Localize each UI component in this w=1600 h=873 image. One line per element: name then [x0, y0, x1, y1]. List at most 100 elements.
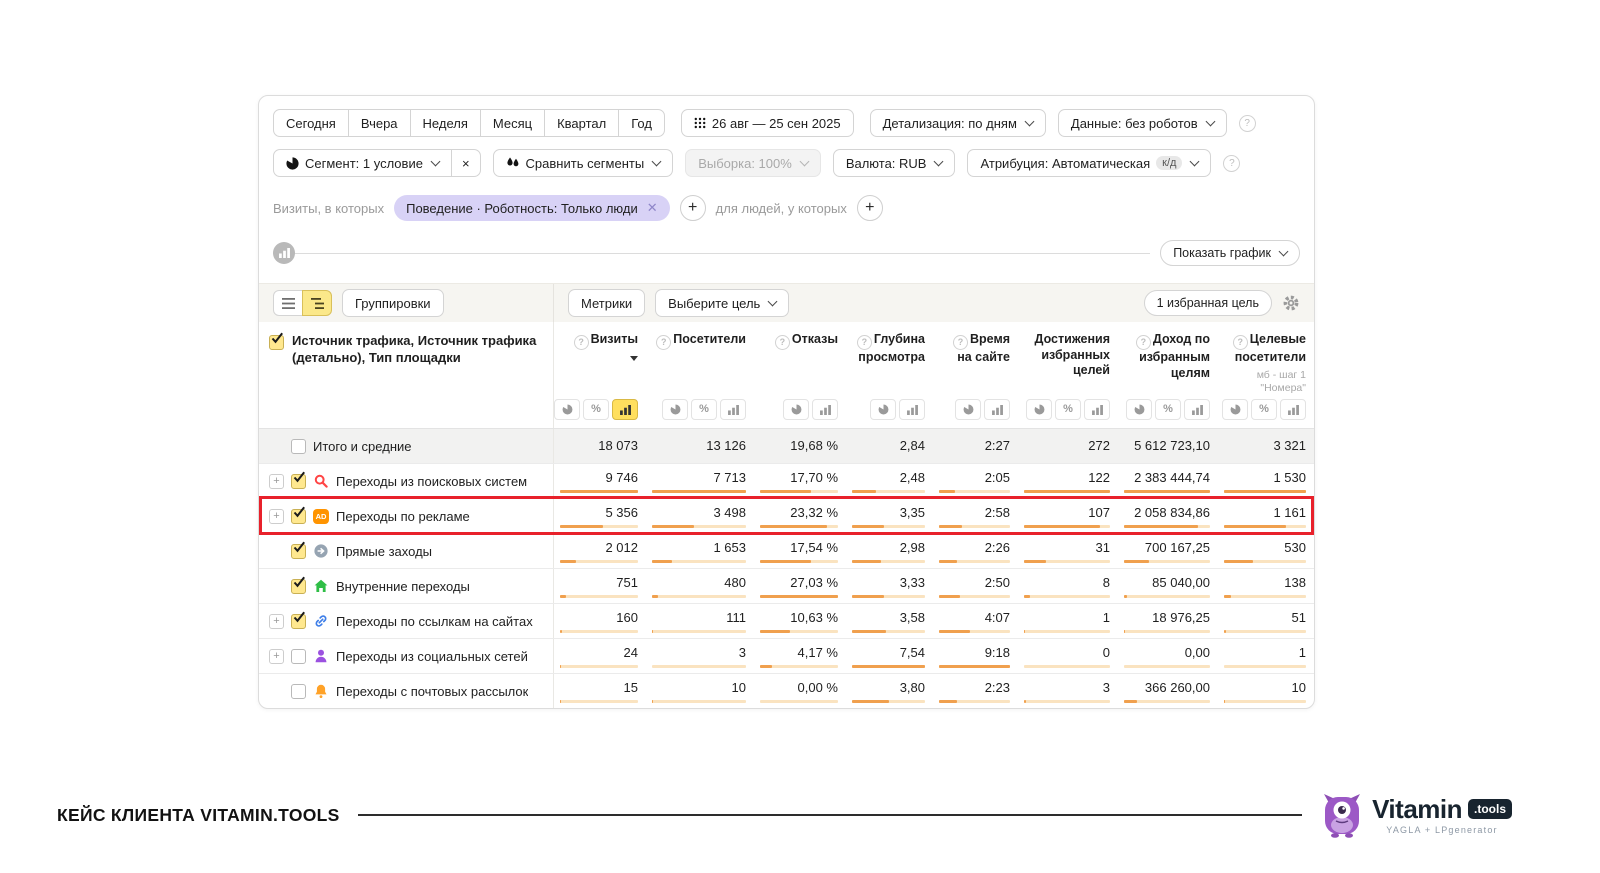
bars-view-button[interactable]: [612, 399, 638, 420]
bars-view-button[interactable]: [1184, 399, 1210, 420]
help-icon[interactable]: ?: [574, 335, 589, 350]
period-button-week[interactable]: Неделя: [410, 109, 481, 137]
period-button-today[interactable]: Сегодня: [273, 109, 349, 137]
help-icon[interactable]: ?: [1239, 115, 1256, 132]
metric-view-switcher: %: [1222, 399, 1306, 420]
bars-view-button[interactable]: [984, 399, 1010, 420]
period-button-yesterday[interactable]: Вчера: [348, 109, 411, 137]
mini-bar: [939, 525, 1010, 529]
help-icon[interactable]: ?: [1136, 335, 1151, 350]
help-icon[interactable]: ?: [953, 335, 968, 350]
segment-clear-button[interactable]: ×: [451, 149, 481, 177]
row-checkbox[interactable]: [291, 614, 306, 629]
data-mode-dropdown[interactable]: Данные: без роботов: [1058, 109, 1227, 137]
column-header-2[interactable]: ?Посетители%: [646, 322, 754, 428]
detalization-dropdown[interactable]: Детализация: по дням: [870, 109, 1046, 137]
pie-view-button[interactable]: [870, 399, 896, 420]
add-user-condition-button[interactable]: +: [857, 195, 883, 221]
bars-view-button[interactable]: [812, 399, 838, 420]
expand-button[interactable]: +: [269, 509, 284, 524]
pie-view-button[interactable]: [1222, 399, 1248, 420]
bars-view-button[interactable]: [1084, 399, 1110, 420]
column-header-5[interactable]: ?Время на сайте: [933, 322, 1018, 428]
row-label[interactable]: Переходы по рекламе: [336, 509, 470, 524]
row-checkbox[interactable]: [291, 649, 306, 664]
choose-goal-dropdown[interactable]: Выберите цель: [655, 289, 789, 317]
help-icon[interactable]: ?: [1223, 155, 1240, 172]
show-chart-button[interactable]: Показать график: [1160, 240, 1300, 266]
chevron-down-icon: [431, 157, 441, 167]
settings-gear-icon[interactable]: [1282, 294, 1300, 312]
period-button-month[interactable]: Месяц: [480, 109, 545, 137]
pie-view-button[interactable]: [783, 399, 809, 420]
percent-view-button[interactable]: %: [1251, 399, 1277, 420]
select-all-checkbox[interactable]: [269, 335, 284, 350]
chip-close-icon[interactable]: ✕: [647, 200, 658, 216]
row-label[interactable]: Прямые заходы: [336, 544, 432, 559]
row-checkbox[interactable]: [291, 684, 306, 699]
date-range-button[interactable]: 26 авг — 25 сен 2025: [681, 109, 854, 137]
help-icon[interactable]: ?: [857, 335, 872, 350]
pie-view-button[interactable]: [662, 399, 688, 420]
metric-cell: 1: [1218, 639, 1314, 673]
metric-cell: 10: [646, 674, 754, 708]
currency-dropdown[interactable]: Валюта: RUB: [833, 149, 956, 177]
row-checkbox[interactable]: [291, 474, 306, 489]
percent-view-button[interactable]: %: [691, 399, 717, 420]
groupings-button[interactable]: Группировки: [342, 289, 444, 317]
favorite-goal-button[interactable]: 1 избранная цель: [1144, 290, 1272, 316]
column-header-7[interactable]: ?Доход по избранным целям%: [1118, 322, 1218, 428]
column-header-1[interactable]: ?Визиты%: [554, 322, 646, 428]
column-header-4[interactable]: ?Глубина просмотра: [846, 322, 933, 428]
period-button-year[interactable]: Год: [618, 109, 665, 137]
percent-view-button[interactable]: %: [1155, 399, 1181, 420]
metrics-button[interactable]: Метрики: [568, 289, 645, 317]
percent-view-button[interactable]: %: [583, 399, 609, 420]
column-header-8[interactable]: ?Целевые посетителимб - шаг 1 "Номера"%: [1218, 322, 1314, 428]
row-checkbox[interactable]: [291, 439, 306, 454]
row-name-cell: Прямые заходы: [259, 534, 554, 568]
expand-button[interactable]: +: [269, 649, 284, 664]
row-label[interactable]: Итого и средние: [313, 439, 411, 454]
row-checkbox[interactable]: [291, 509, 306, 524]
help-icon[interactable]: ?: [656, 335, 671, 350]
row-checkbox[interactable]: [291, 579, 306, 594]
column-header-3[interactable]: ?Отказы: [754, 322, 846, 428]
pie-view-button[interactable]: [1026, 399, 1052, 420]
add-visit-condition-button[interactable]: +: [680, 195, 706, 221]
bars-view-button[interactable]: [720, 399, 746, 420]
compare-segments-dropdown[interactable]: Сравнить сегменты: [493, 149, 674, 177]
expand-button[interactable]: +: [269, 474, 284, 489]
mini-bar: [1224, 700, 1306, 704]
period-button-quarter[interactable]: Квартал: [544, 109, 619, 137]
mini-bar: [1224, 665, 1306, 669]
sampling-dropdown[interactable]: Выборка: 100%: [685, 149, 821, 177]
row-label[interactable]: Переходы из социальных сетей: [336, 649, 528, 664]
expand-button[interactable]: +: [269, 614, 284, 629]
pie-view-button[interactable]: [955, 399, 981, 420]
attribution-dropdown[interactable]: Атрибуция: Автоматическая к/д: [967, 149, 1211, 177]
chart-slider-handle[interactable]: [273, 242, 295, 264]
metric-cell: 17,54 %: [754, 534, 846, 568]
segment-dropdown[interactable]: Сегмент: 1 условие: [273, 149, 452, 177]
row-checkbox[interactable]: [291, 544, 306, 559]
view-list-button[interactable]: [273, 290, 303, 316]
bars-view-button[interactable]: [1280, 399, 1306, 420]
dimension-header-label: Источник трафика, Источник трафика (дета…: [292, 333, 541, 367]
bars-view-button[interactable]: [899, 399, 925, 420]
chart-strip: Показать график: [259, 227, 1314, 283]
row-label[interactable]: Внутренние переходы: [336, 579, 470, 594]
row-label[interactable]: Переходы по ссылкам на сайтах: [336, 614, 533, 629]
mini-bar: [560, 630, 638, 634]
column-header-6[interactable]: Достижения избранных целей%: [1018, 322, 1118, 428]
pie-view-button[interactable]: [554, 399, 580, 420]
row-label[interactable]: Переходы с почтовых рассылок: [336, 684, 528, 699]
row-label[interactable]: Переходы из поисковых систем: [336, 474, 527, 489]
view-tree-button[interactable]: [302, 290, 332, 316]
help-icon[interactable]: ?: [1233, 335, 1248, 350]
segment-chip[interactable]: Поведение · Роботность: Только люди ✕: [394, 195, 670, 221]
pie-view-button[interactable]: [1126, 399, 1152, 420]
percent-view-button[interactable]: %: [1055, 399, 1081, 420]
mini-bar: [760, 490, 838, 494]
help-icon[interactable]: ?: [775, 335, 790, 350]
